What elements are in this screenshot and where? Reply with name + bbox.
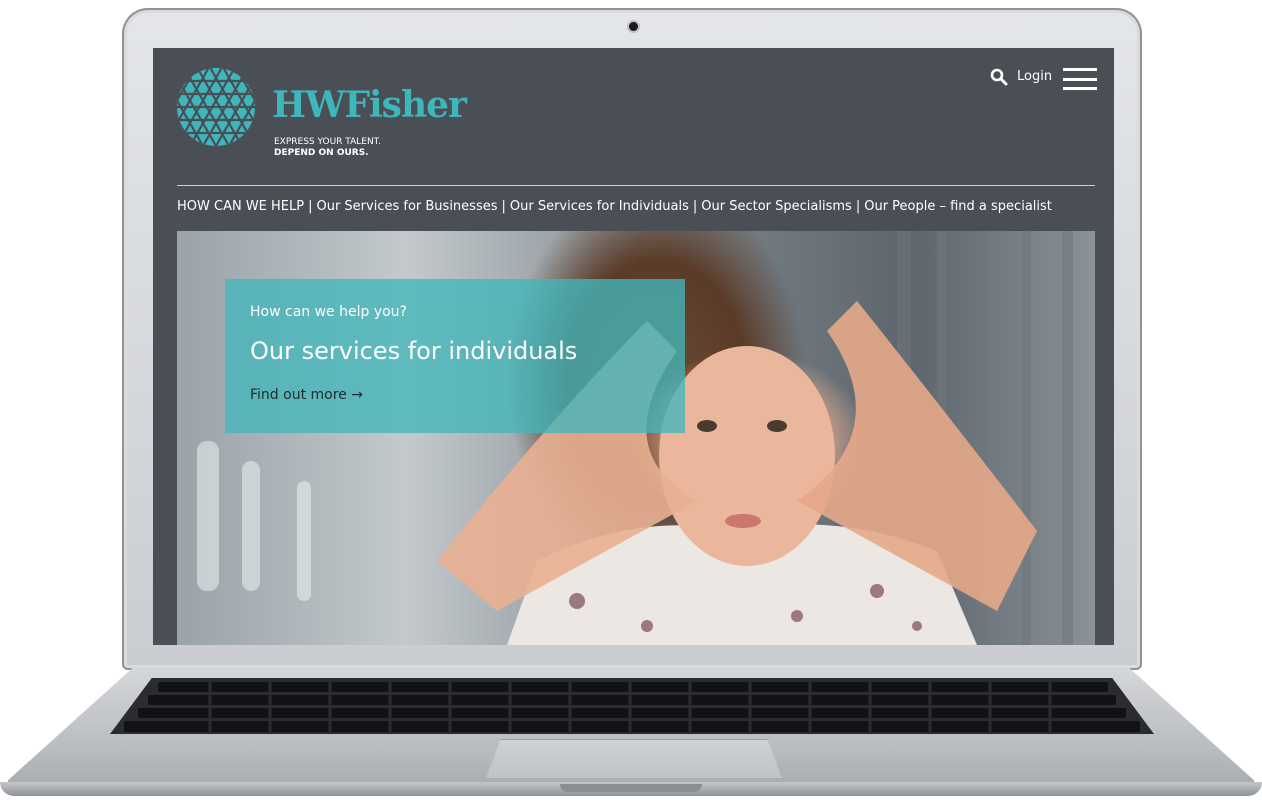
hero-banner: How can we help you? Our services for in…: [177, 231, 1095, 645]
keyboard: [110, 678, 1154, 734]
laptop-notch: [560, 784, 702, 792]
login-link[interactable]: Login: [1017, 69, 1052, 84]
nav-separator: |: [308, 199, 313, 214]
laptop-screen: HWFisher EXPRESS YOUR TALENT. DEPEND ON …: [153, 48, 1114, 645]
nav-item-services-businesses[interactable]: Our Services for Businesses: [316, 199, 497, 214]
keyboard-keys: [124, 680, 1140, 734]
nav-item-sector-specialisms[interactable]: Our Sector Specialisms: [701, 199, 852, 214]
hamburger-menu-icon[interactable]: [1063, 68, 1097, 90]
nav-item-services-individuals[interactable]: Our Services for Individuals: [510, 199, 689, 214]
menu-bar: [1063, 68, 1097, 71]
menu-bar: [1063, 87, 1097, 90]
trackpad: [486, 739, 782, 778]
brand-name[interactable]: HWFisher: [272, 84, 467, 126]
tagline: EXPRESS YOUR TALENT. DEPEND ON OURS.: [274, 137, 381, 159]
nav-separator: |: [501, 199, 506, 214]
search-icon[interactable]: [990, 68, 1008, 86]
nav-separator: |: [692, 199, 698, 214]
webcam: [629, 22, 638, 31]
header-divider: [177, 185, 1095, 186]
nav-item-how-can-we-help[interactable]: HOW CAN WE HELP: [177, 199, 304, 214]
menu-bar: [1063, 77, 1097, 81]
find-out-more-link[interactable]: Find out more →: [250, 387, 363, 403]
promo-card: How can we help you? Our services for in…: [225, 279, 685, 433]
main-nav: HOW CAN WE HELP | Our Services for Busin…: [177, 199, 1107, 214]
tagline-line-2: DEPEND ON OURS.: [274, 148, 369, 158]
promo-headline: Our services for individuals: [250, 337, 578, 365]
nav-separator: |: [855, 199, 861, 214]
logo-triangle-grid-icon[interactable]: [177, 68, 255, 146]
promo-kicker: How can we help you?: [250, 304, 407, 320]
tagline-line-1: EXPRESS YOUR TALENT.: [274, 137, 381, 147]
nav-item-our-people[interactable]: Our People – find a specialist: [864, 199, 1052, 214]
